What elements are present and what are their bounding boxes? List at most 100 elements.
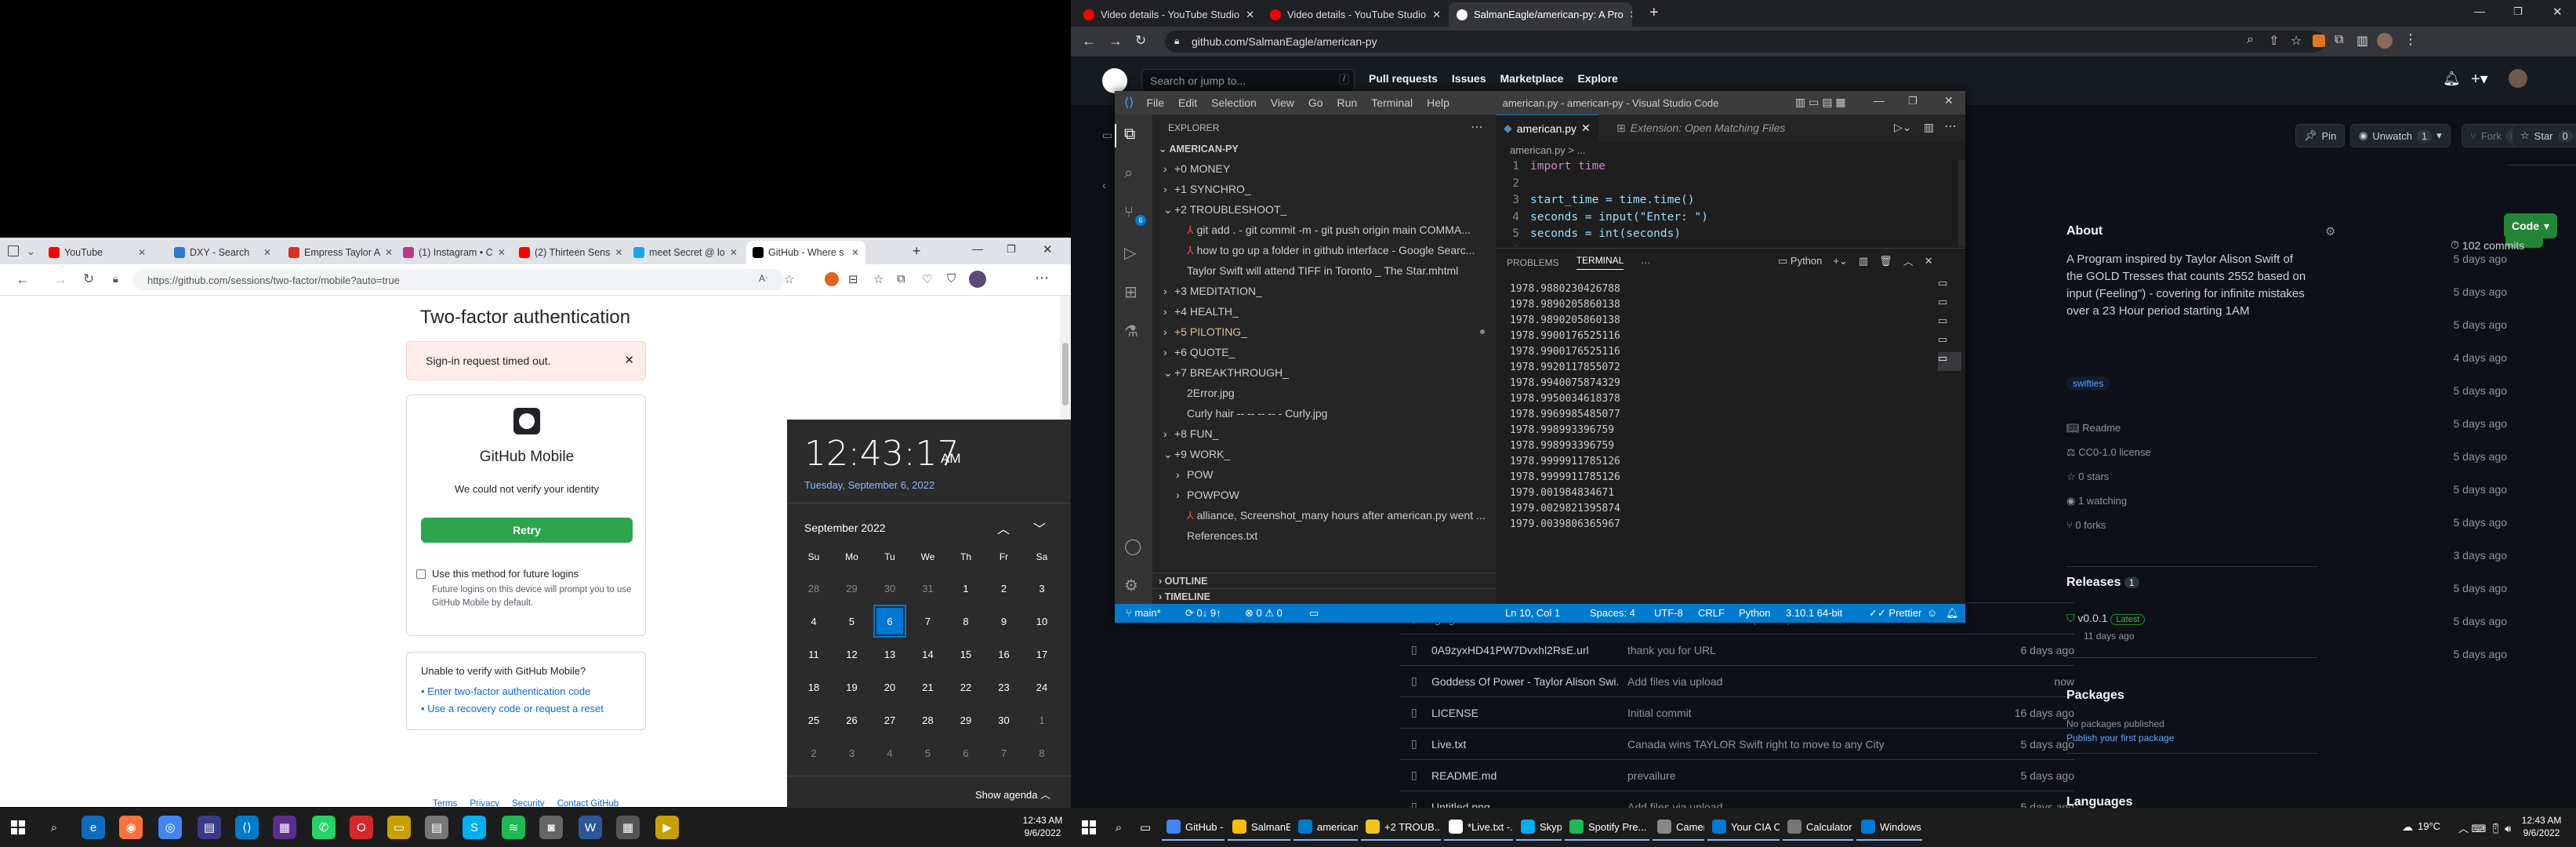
chevron-left-icon[interactable]: ‹ [1102, 179, 1106, 191]
more-menu-icon[interactable]: ⋯ [1035, 270, 1049, 286]
encoding-status[interactable]: UTF-8 [1654, 607, 1683, 619]
file-name[interactable]: 0A9zyxHD41PW7Dvxhl2RsE.url [1431, 644, 1620, 656]
releases-title[interactable]: Releases 1 [2066, 576, 2139, 590]
calendar-day[interactable]: 7 [913, 606, 943, 636]
menu-help[interactable]: Help [1427, 96, 1449, 109]
close-panel-icon[interactable]: ✕ [1925, 255, 1933, 267]
left-tab[interactable]: DXY - Search ✕ [168, 241, 278, 264]
prettier-status[interactable]: ✓✓ Prettier [1869, 607, 1921, 620]
tab-actions-icon[interactable] [8, 245, 19, 256]
right-taskbar-clock[interactable]: 12:43 AM 9/6/2022 [2518, 814, 2565, 839]
commit-message[interactable]: Canada wins TAYLOR Swift right to move t… [1627, 738, 1885, 751]
skype-icon[interactable]: S [463, 816, 486, 839]
calendar-day[interactable]: 21 [913, 672, 943, 702]
live-share-icon[interactable]: ▭ [1309, 607, 1319, 620]
opera-icon[interactable]: O [350, 816, 373, 839]
future-logins-checkbox[interactable] [416, 569, 426, 579]
taskbar-app[interactable]: Your CIA C... [1707, 814, 1780, 841]
feedback-icon[interactable]: ☺ [1927, 607, 1937, 619]
left-tab[interactable]: meet Secret @ lo ✕ [627, 241, 737, 264]
zoom-icon[interactable]: ⌕ [2247, 33, 2254, 47]
left-tab[interactable]: YouTube ✕ [42, 241, 152, 264]
editor-breadcrumb[interactable]: american.py > ... [1510, 144, 1585, 156]
right-url-field[interactable]: 🔒︎ github.com/SalmanEagle/american-py [1165, 31, 2325, 53]
calendar-day[interactable]: 29 [837, 573, 867, 603]
calendar-day[interactable]: 4 [875, 738, 905, 768]
tree-item[interactable]: › +5 PILOTING_ [1152, 322, 1496, 342]
calendar-month[interactable]: September 2022 [804, 522, 886, 534]
watching-link[interactable]: ◉ 1 watching [2066, 489, 2151, 513]
timeline-section[interactable]: › TIMELINE [1152, 588, 1496, 604]
bookmark-star-icon[interactable]: ☆ [2291, 33, 2302, 49]
split-terminal-icon[interactable]: ▥ [1859, 255, 1868, 267]
user-avatar[interactable] [2509, 69, 2527, 88]
run-file-icon[interactable]: ▷⌄ [1894, 121, 1912, 134]
tree-item[interactable]: Taylor Swift will attend TIFF in Toronto… [1152, 260, 1496, 281]
root-folder[interactable]: ⌄ AMERICAN-PY [1159, 143, 1239, 154]
calculator-icon[interactable]: ▦ [616, 816, 640, 839]
nav-pull-requests[interactable]: Pull requests [1369, 72, 1438, 85]
file-row[interactable]: ▯ LICENSE Initial commit 16 days ago [1400, 696, 2074, 728]
left-tab[interactable]: Empress Taylor A ✕ [282, 241, 392, 264]
read-aloud-icon[interactable]: Aᐧ [759, 273, 767, 284]
problems-status[interactable]: ⊗ 0 ⚠ 0 [1245, 607, 1283, 620]
file-name[interactable]: LICENSE [1431, 707, 1620, 719]
file-row[interactable]: ▯ Live.txt Canada wins TAYLOR Swift right … [1400, 728, 2074, 759]
nav-marketplace[interactable]: Marketplace [1500, 72, 1564, 85]
tree-item[interactable]: › +4 HEALTH_ [1152, 301, 1496, 322]
taskbar-app[interactable]: *Live.txt -... [1444, 814, 1513, 841]
menu-run[interactable]: Run [1337, 96, 1358, 109]
branch-status[interactable]: ⑂ main* [1126, 607, 1161, 619]
browser-essentials-icon[interactable]: ♡ [922, 272, 932, 286]
calendar-day[interactable]: 5 [837, 606, 867, 636]
forward-icon[interactable]: → [1108, 33, 1123, 49]
back-icon[interactable]: ← [1082, 33, 1096, 49]
close-tab-icon[interactable]: ✕ [263, 247, 271, 258]
tree-item[interactable]: ⌄ +9 WORK_ [1152, 444, 1496, 464]
explorer-icon[interactable]: ⧉ [1124, 125, 1135, 144]
tree-item[interactable]: ⅄ how to go up a folder in github interfa… [1152, 240, 1496, 260]
left-tab[interactable]: (1) Instagram • C ✕ [397, 241, 506, 264]
calendar-day[interactable]: 14 [913, 639, 943, 669]
favorites-icon[interactable]: ☆ [873, 272, 883, 286]
calendar-day[interactable]: 25 [799, 705, 829, 735]
calendar-day[interactable]: 15 [951, 639, 981, 669]
start-button[interactable] [1077, 816, 1101, 839]
github-logo-icon[interactable] [1102, 68, 1127, 93]
tree-item[interactable]: › +0 MONEY [1152, 158, 1496, 179]
calendar-day[interactable]: 22 [951, 672, 981, 702]
tree-item[interactable]: ⌄ +2 TROUBLESHOOT_ [1152, 199, 1496, 220]
tray-icons[interactable]: ︿ ⌨ 🔋︎ 🔊︎ [2458, 820, 2511, 835]
search-icon[interactable]: ⌕ [1107, 816, 1130, 839]
right-tab[interactable]: Video details - YouTube Studio ✕ [1076, 2, 1259, 27]
clock-date-link[interactable]: Tuesday, September 6, 2022 [804, 479, 934, 491]
close-window-button[interactable]: ✕ [1043, 242, 1053, 256]
left-url-field[interactable]: 🔒︎ https://github.com/sessions/two-factor… [113, 269, 784, 291]
code-button[interactable]: Code ▾ [2504, 213, 2558, 238]
menu-file[interactable]: File [1146, 96, 1164, 109]
pin-button[interactable]: 📌︎ Pin [2295, 124, 2346, 147]
reload-icon[interactable]: ↻ [1135, 33, 1146, 49]
calendar-day[interactable]: 24 [1027, 672, 1057, 702]
code-lines[interactable]: 1 import time 2 3 start_time = time.time() 4 s… [1496, 160, 1965, 246]
search-icon[interactable]: ⌕ [1124, 165, 1133, 183]
calendar-day[interactable]: 26 [837, 705, 867, 735]
word-icon[interactable]: W [579, 816, 602, 839]
menu-view[interactable]: View [1271, 96, 1294, 109]
shield-icon[interactable]: ⛉ [947, 272, 956, 285]
weather-icon[interactable]: ☁︎ [2402, 820, 2413, 834]
new-tab-button[interactable]: + [912, 243, 921, 260]
close-window-button[interactable]: ✕ [2552, 5, 2563, 19]
calendar-day[interactable]: 8 [1027, 738, 1057, 768]
eol-status[interactable]: CRLF [1698, 607, 1725, 619]
terminal-instance-icon[interactable]: ▭ [1938, 296, 1961, 314]
left-tab[interactable]: GitHub - Where s ✕ [746, 241, 865, 264]
calendar-day[interactable]: 29 [951, 705, 981, 735]
calendar-day[interactable]: 4 [799, 606, 829, 636]
taskbar-app[interactable]: Windows ... [1856, 814, 1922, 841]
scrollbar-thumb[interactable] [1062, 343, 1068, 405]
star-button[interactable]: ☆ Star 0 [2512, 124, 2576, 147]
terminal-instance-icon[interactable]: ▭ [1938, 277, 1961, 296]
terminal-instance-icon[interactable]: ▭ [1938, 333, 1961, 352]
file-name[interactable]: Live.txt [1431, 738, 1620, 751]
